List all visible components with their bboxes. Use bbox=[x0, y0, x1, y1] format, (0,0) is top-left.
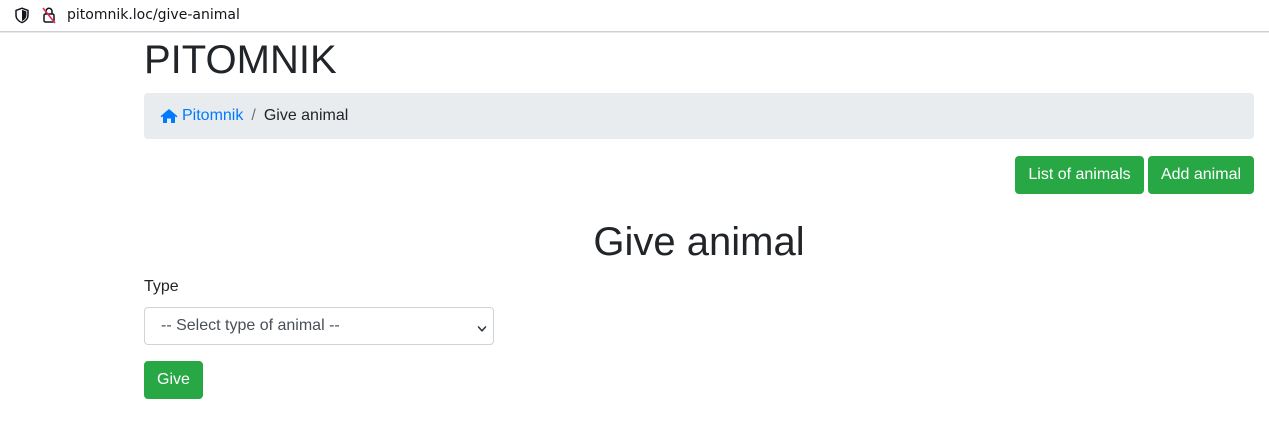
type-select-value: -- Select type of animal -- bbox=[161, 317, 340, 334]
shield-icon[interactable] bbox=[14, 7, 30, 24]
home-icon bbox=[160, 109, 178, 123]
type-select[interactable]: -- Select type of animal -- bbox=[144, 307, 494, 345]
breadcrumb-current: Give animal bbox=[263, 107, 349, 124]
type-label: Type bbox=[144, 278, 179, 295]
add-animal-button[interactable]: Add animal bbox=[1148, 156, 1254, 194]
site-brand: PITOMNIK bbox=[144, 38, 337, 82]
chevron-down-icon bbox=[477, 321, 487, 332]
breadcrumb-separator: / bbox=[251, 107, 256, 124]
breadcrumb-home-link[interactable]: Pitomnik bbox=[160, 107, 243, 125]
breadcrumb: Pitomnik / Give animal bbox=[144, 93, 1254, 139]
list-of-animals-button[interactable]: List of animals bbox=[1015, 156, 1144, 194]
give-button[interactable]: Give bbox=[144, 361, 203, 399]
browser-url-bar[interactable]: pitomnik.loc/give-animal bbox=[0, 0, 1269, 32]
page-title: Give animal bbox=[593, 220, 805, 264]
insecure-lock-icon[interactable] bbox=[41, 6, 57, 24]
breadcrumb-home-label: Pitomnik bbox=[182, 107, 244, 124]
address-text[interactable]: pitomnik.loc/give-animal bbox=[67, 7, 240, 23]
